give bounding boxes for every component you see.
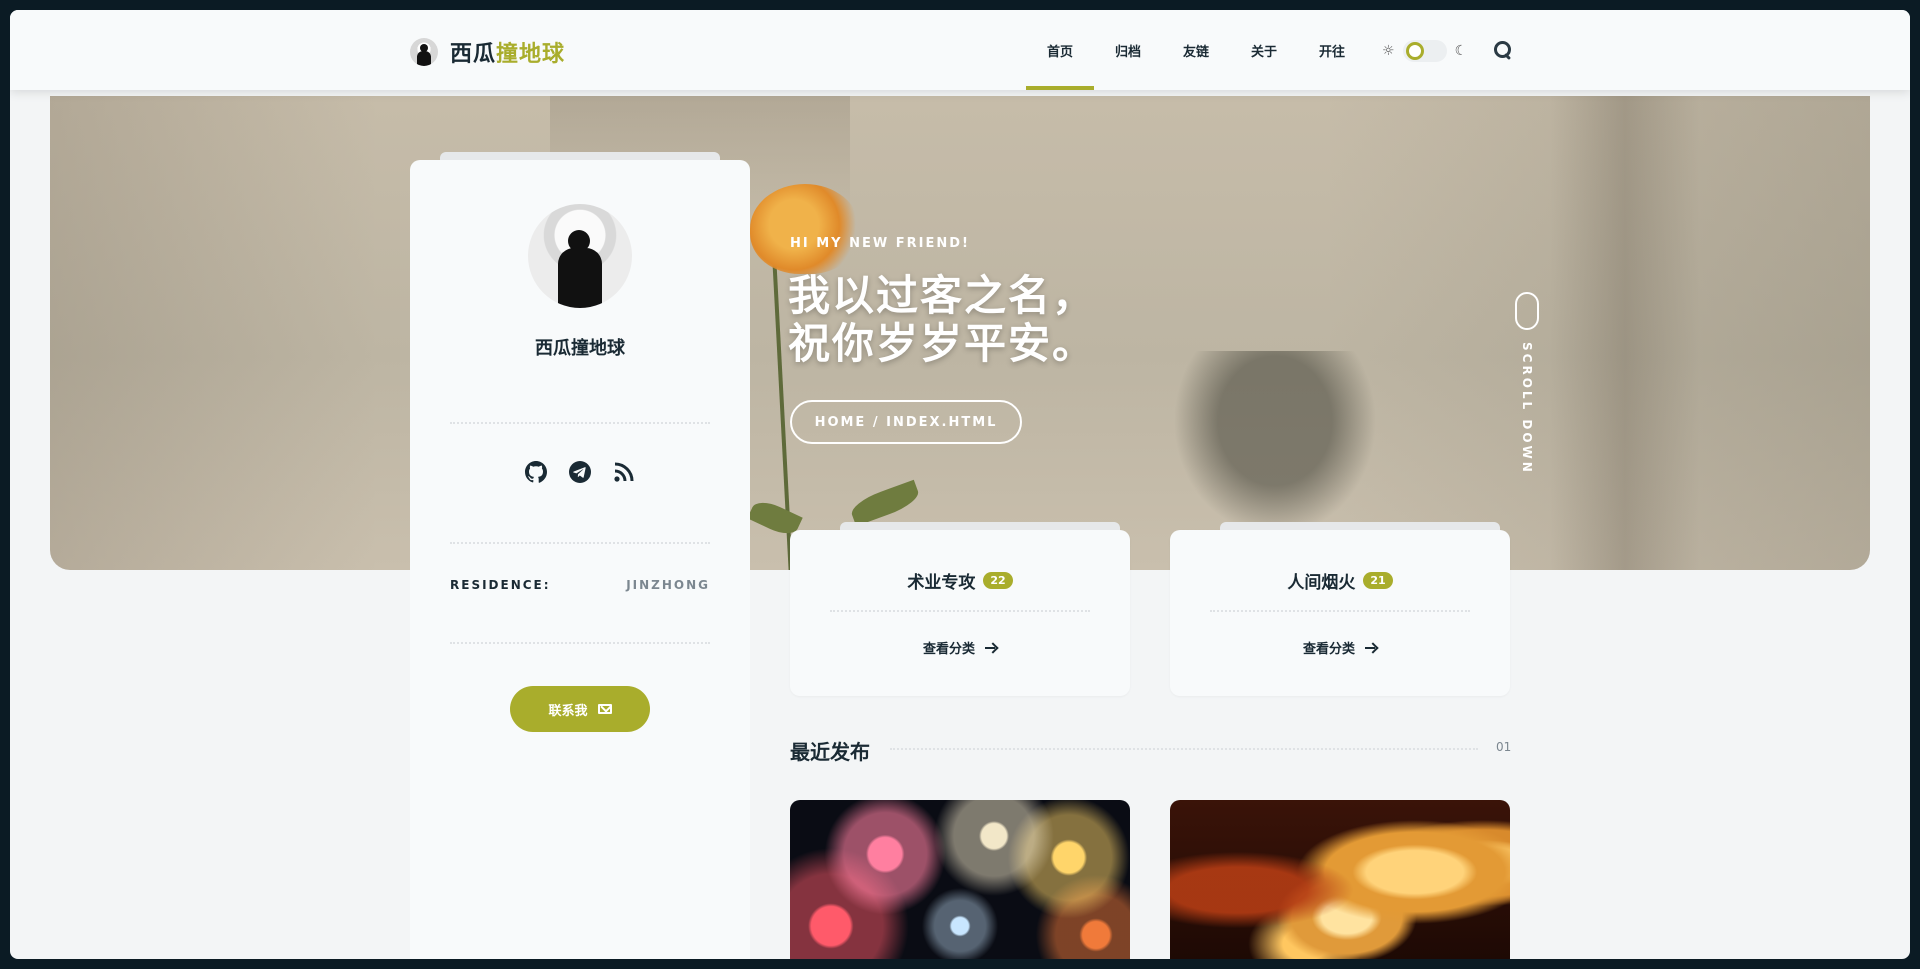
- residence-label: RESIDENCE:: [450, 578, 551, 592]
- avatar: [528, 204, 632, 308]
- hero-title-line1: 我以过客之名，: [788, 271, 1097, 320]
- category-title: 人间烟火: [1287, 573, 1356, 593]
- post-thumbnail-fireworks[interactable]: [790, 800, 1130, 959]
- divider: [890, 748, 1478, 750]
- view-category-label: 查看分类: [1302, 642, 1355, 657]
- nav-item-about[interactable]: 关于: [1230, 10, 1298, 90]
- scroll-down-label[interactable]: SCROLL DOWN: [1520, 342, 1534, 475]
- nav-item-archive[interactable]: 归档: [1094, 10, 1162, 90]
- contact-button[interactable]: 联系我: [510, 686, 650, 732]
- divider: [450, 422, 710, 424]
- brand-name-part1: 西瓜: [450, 42, 497, 67]
- view-category-label: 查看分类: [922, 642, 975, 657]
- site-header: 西瓜撞地球 首页 归档 友链 关于 开往 ☼ ☾: [10, 10, 1910, 90]
- view-category-link[interactable]: 查看分类: [790, 638, 1130, 657]
- telegram-icon[interactable]: [568, 460, 592, 484]
- divider: [450, 542, 710, 544]
- divider: [450, 642, 710, 644]
- social-links: [410, 460, 750, 484]
- rose-flower: [750, 184, 860, 274]
- view-category-link[interactable]: 查看分类: [1170, 638, 1510, 657]
- hero-title: 我以过客之名， 祝你岁岁平安。: [788, 272, 1096, 368]
- hero-breadcrumb[interactable]: HOME / INDEX.HTML: [790, 400, 1022, 444]
- scroll-mouse-icon[interactable]: [1515, 292, 1539, 330]
- category-count-badge: 22: [983, 572, 1013, 589]
- plant-shadow: [1160, 351, 1390, 551]
- recent-page-number: 01: [1496, 740, 1512, 754]
- divider: [830, 610, 1090, 612]
- toggle-knob: [1405, 42, 1424, 60]
- residence-row: RESIDENCE: JINZHONG: [450, 578, 710, 592]
- brand-name: 西瓜撞地球: [450, 36, 565, 68]
- github-icon[interactable]: [524, 460, 548, 484]
- arrow-right-icon: [985, 643, 997, 653]
- category-card[interactable]: 术业专攻 22 查看分类: [790, 530, 1130, 696]
- residence-value: JINZHONG: [626, 578, 710, 592]
- mail-icon: [597, 704, 612, 714]
- hero-tagline: HI MY NEW FRIEND!: [790, 236, 970, 251]
- post-thumbnail-lanterns[interactable]: [1170, 800, 1510, 959]
- main-nav: 首页 归档 友链 关于 开往: [1026, 10, 1366, 90]
- leaf: [848, 479, 922, 527]
- divider: [1210, 610, 1470, 612]
- nav-item-friends[interactable]: 友链: [1162, 10, 1230, 90]
- category-count-badge: 21: [1363, 572, 1393, 589]
- nav-item-home[interactable]: 首页: [1026, 10, 1094, 90]
- nav-item-travel[interactable]: 开往: [1298, 10, 1366, 90]
- theme-switcher: ☼ ☾: [1382, 40, 1467, 62]
- theme-toggle[interactable]: [1402, 40, 1447, 62]
- recent-posts-title: 最近发布: [790, 740, 870, 764]
- wall-shadow: [1550, 96, 1700, 570]
- page-frame: 西瓜撞地球 首页 归档 友链 关于 开往 ☼ ☾ HI MY NEW FRIEN…: [10, 10, 1910, 959]
- category-title-row: 人间烟火 21: [1170, 568, 1510, 593]
- profile-card: 西瓜撞地球 RESIDENCE: JINZHONG 联系我: [410, 160, 750, 959]
- sun-icon: ☼: [1382, 43, 1395, 59]
- hero-title-line2: 祝你岁岁平安。: [788, 319, 1097, 368]
- rss-icon[interactable]: [612, 460, 636, 484]
- contact-label: 联系我: [548, 703, 588, 719]
- category-card[interactable]: 人间烟火 21 查看分类: [1170, 530, 1510, 696]
- brand-name-part2: 撞地球: [496, 42, 566, 67]
- arrow-right-icon: [1365, 643, 1377, 653]
- brand-avatar: [410, 38, 438, 66]
- profile-name: 西瓜撞地球: [535, 338, 625, 359]
- category-title: 术业专攻: [907, 573, 976, 593]
- moon-icon: ☾: [1454, 43, 1468, 59]
- search-icon[interactable]: [1493, 40, 1513, 60]
- hero-banner: HI MY NEW FRIEND! 我以过客之名， 祝你岁岁平安。 HOME /…: [50, 96, 1870, 570]
- brand-logo[interactable]: 西瓜撞地球: [410, 36, 565, 68]
- category-title-row: 术业专攻 22: [790, 568, 1130, 593]
